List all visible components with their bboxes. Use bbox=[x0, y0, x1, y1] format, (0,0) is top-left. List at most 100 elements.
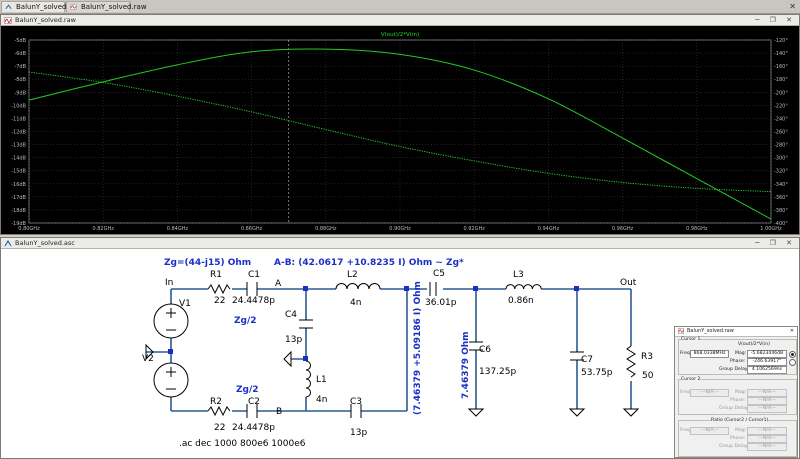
c4-name: C4 bbox=[285, 310, 297, 320]
y-tick-label-right: -300° bbox=[774, 156, 788, 162]
schematic-file-icon bbox=[5, 4, 12, 10]
ratio-group-label: Ratio (Cursor2 / Cursor1) bbox=[711, 418, 769, 423]
cursor1-phase-label: Phase: bbox=[730, 359, 746, 364]
cursor2-gd-label: Group Delay: bbox=[719, 406, 749, 411]
c6-value: 137.25p bbox=[479, 367, 516, 377]
inductor-l2-symbol bbox=[335, 283, 381, 290]
waveform-window-titlebar: BalunY_solved.raw ─ ❐ ✕ bbox=[1, 15, 799, 26]
y-tick-label-right: -380° bbox=[774, 208, 788, 214]
window-controls[interactable]: ─ ❐ ✕ bbox=[755, 238, 796, 249]
y-tick-label-right: -340° bbox=[774, 182, 788, 188]
waveform-file-icon bbox=[4, 17, 12, 24]
cursor1-gd-field: 4.1062569ns bbox=[747, 366, 787, 374]
c5-name: C5 bbox=[433, 269, 445, 279]
cursor1-freq-field[interactable]: 868.0338MHz bbox=[690, 350, 729, 358]
y-tick-label-left: -13dB bbox=[11, 143, 26, 149]
capacitor-c5-symbol bbox=[429, 282, 437, 296]
annotation-labels: Zg=(44-j15) Ohm A-B: (42.0617 +10.8235 I… bbox=[164, 258, 471, 415]
cursor2-group-label: Cursor 2 bbox=[681, 377, 701, 382]
y-tick-label-left: -7dB bbox=[14, 64, 26, 70]
y-tick-label-left: -5dB bbox=[14, 38, 26, 44]
ab-impedance-annotation: A-B: (42.0617 +10.8235 I) Ohm ~ Zg* bbox=[274, 258, 464, 268]
waveform-file-icon bbox=[678, 328, 684, 334]
y-tick-label-left: -16dB bbox=[11, 182, 26, 188]
schematic-window-title: BalunY_solved.asc bbox=[15, 239, 75, 247]
ac-directive: .ac dec 1000 800e6 1000e6 bbox=[179, 439, 306, 449]
ratio-phase-field: ---N/A--- bbox=[747, 435, 787, 443]
v1-name: V1 bbox=[179, 299, 191, 309]
shunt-impedance-annotation: 7.46379 Ohm bbox=[461, 331, 471, 399]
cursor-readout-dialog: BalunY_solved.raw ✕ Cursor 1 V(out)/2*V(… bbox=[674, 326, 798, 458]
c2-name: C2 bbox=[248, 397, 260, 407]
cursor1-trace: V(out)/2*V(in) bbox=[738, 342, 770, 347]
resistor-r1-symbol bbox=[207, 283, 231, 295]
c7-value: 53.75p bbox=[581, 368, 613, 378]
y-tick-label-right: -180° bbox=[774, 77, 788, 83]
x-tick-label: 0.82GHz bbox=[92, 226, 114, 232]
l2-name: L2 bbox=[347, 270, 358, 280]
cursor1-mag-label: Mag: bbox=[735, 351, 747, 356]
capacitor-c4-symbol bbox=[299, 319, 313, 329]
x-tick-label: 0.98GHz bbox=[686, 226, 708, 232]
resistor-r2-symbol bbox=[207, 405, 231, 417]
cursor2-phase-field: ---N/A--- bbox=[747, 397, 787, 405]
close-tab-icon[interactable]: ✕ bbox=[789, 1, 796, 12]
c6-name: C6 bbox=[479, 345, 491, 355]
x-tick-label: 0.90GHz bbox=[389, 226, 411, 232]
tab-waveform[interactable]: BalunY_solved.raw bbox=[66, 1, 147, 12]
c3-value: 13p bbox=[350, 428, 367, 438]
cursor2-mag-label: Mag: bbox=[735, 390, 747, 395]
l1-name: L1 bbox=[316, 375, 327, 385]
ground-icon bbox=[568, 408, 586, 417]
y-tick-label-left: -9dB bbox=[14, 90, 26, 96]
net-out-label: Out bbox=[620, 278, 637, 288]
v2-name: V2 bbox=[142, 354, 154, 364]
ratio-freq-field: ---N/A--- bbox=[690, 427, 729, 435]
y-tick-label-right: -160° bbox=[774, 64, 788, 70]
waveform-plot[interactable]: -5dB -6dB -7dB -8dB -9dB -10dB -11dB -12dB -13dB… bbox=[1, 26, 799, 234]
cursor1-mag-radio[interactable] bbox=[789, 351, 796, 358]
y-tick-label-right: -220° bbox=[774, 103, 788, 109]
cursor2-gd-field: ---N/A--- bbox=[747, 405, 787, 413]
x-tick-label: 0.96GHz bbox=[612, 226, 634, 232]
node-a-label: A bbox=[275, 279, 282, 289]
y-tick-label-left: -14dB bbox=[11, 156, 26, 162]
capacitor-c1-symbol bbox=[246, 282, 258, 296]
r2-value: 22 bbox=[214, 423, 225, 433]
mid-impedance-annotation: (7.46379 +5.09186 I) Ohm bbox=[413, 281, 423, 415]
x-tick-label: 0.88GHz bbox=[315, 226, 337, 232]
waveform-window-title: BalunY_solved.raw bbox=[15, 16, 76, 24]
c4-value: 13p bbox=[285, 335, 302, 345]
node-b-label: B bbox=[276, 407, 282, 417]
cursor-dialog-title: BalunY_solved.raw bbox=[687, 328, 734, 334]
x-tick-label: 0.92GHz bbox=[463, 226, 485, 232]
ground-icon bbox=[467, 408, 485, 417]
cursor-dialog-titlebar: BalunY_solved.raw ✕ bbox=[675, 327, 797, 337]
y-tick-label-left: -12dB bbox=[11, 130, 26, 136]
c2-value: 24.4478p bbox=[232, 423, 275, 433]
ratio-gd-field: ---N/A--- bbox=[747, 443, 787, 451]
cursor1-mag-field: -5.6823446dB bbox=[747, 350, 787, 358]
ratio-mag-label: Mag: bbox=[735, 428, 747, 433]
cursor2-phase-label: Phase: bbox=[730, 398, 746, 403]
y-tick-label-left: -11dB bbox=[11, 116, 26, 122]
tab-schematic[interactable]: BalunY_solved.asc bbox=[1, 1, 80, 12]
tab-waveform-label: BalunY_solved.raw bbox=[81, 3, 147, 11]
x-tick-label: 0.86GHz bbox=[241, 226, 263, 232]
c1-value: 24.4478p bbox=[232, 296, 275, 306]
y-tick-label-right: -320° bbox=[774, 169, 788, 175]
window-controls[interactable]: ─ ❐ ✕ bbox=[755, 15, 796, 26]
cursor1-gd-label: Group Delay: bbox=[719, 367, 749, 372]
y-tick-label-right: -260° bbox=[774, 130, 788, 136]
cursor1-phase-radio[interactable] bbox=[789, 359, 796, 366]
close-icon[interactable]: ✕ bbox=[790, 327, 794, 336]
r3-value: 50 bbox=[642, 371, 654, 381]
cursor2-mag-field: ---N/A--- bbox=[747, 389, 787, 397]
r1-name: R1 bbox=[210, 270, 222, 280]
y-tick-label-left: -6dB bbox=[14, 51, 26, 57]
r1-value: 22 bbox=[214, 296, 225, 306]
l2-value: 4n bbox=[350, 298, 361, 308]
c7-name: C7 bbox=[581, 355, 593, 365]
y-tick-label-right: -360° bbox=[774, 195, 788, 201]
y-tick-label-left: -10dB bbox=[11, 103, 26, 109]
